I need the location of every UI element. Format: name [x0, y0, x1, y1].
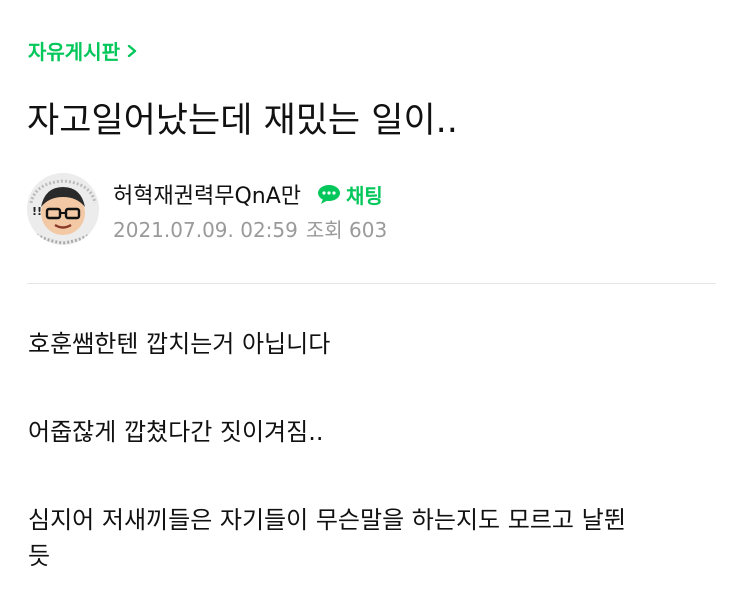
author-name[interactable]: 허혁재권력무QnA만 [113, 178, 301, 210]
chat-label: 채팅 [346, 183, 383, 208]
post-body: 호훈쌤한텐 깝치는거 아닙니다 어줍잖게 깝쳤다간 짓이겨짐.. 심지어 저새끼… [28, 326, 718, 574]
svg-text:!!: !! [32, 205, 42, 218]
avatar[interactable]: !! [27, 173, 99, 245]
avatar-image: !! [27, 173, 99, 245]
chevron-right-icon [127, 44, 137, 57]
views-label: 조회 [305, 218, 343, 242]
views-count: 603 [349, 218, 388, 242]
post-meta: 2021.07.09. 02:59 조회 603 [113, 214, 387, 243]
divider [27, 283, 716, 284]
author-row: 허혁재권력무QnA만 채팅 [113, 178, 383, 210]
body-paragraph: 심지어 저새끼들은 자기들이 무슨말을 하는지도 모르고 날뛴 [28, 506, 626, 534]
post-date: 2021.07.09. 02:59 [113, 218, 298, 242]
chat-button[interactable]: 채팅 [317, 180, 383, 209]
board-link[interactable]: 자유게시판 [28, 36, 138, 65]
post-title: 자고일어났는데 재밌는 일이.. [27, 101, 458, 141]
body-paragraph: 듯 [28, 542, 51, 570]
speech-bubble-icon [318, 185, 340, 204]
board-label: 자유게시판 [28, 40, 120, 64]
body-paragraph: 호훈쌤한텐 깝치는거 아닙니다 [28, 330, 331, 358]
body-paragraph: 어줍잖게 깝쳤다간 짓이겨짐.. [28, 418, 324, 446]
